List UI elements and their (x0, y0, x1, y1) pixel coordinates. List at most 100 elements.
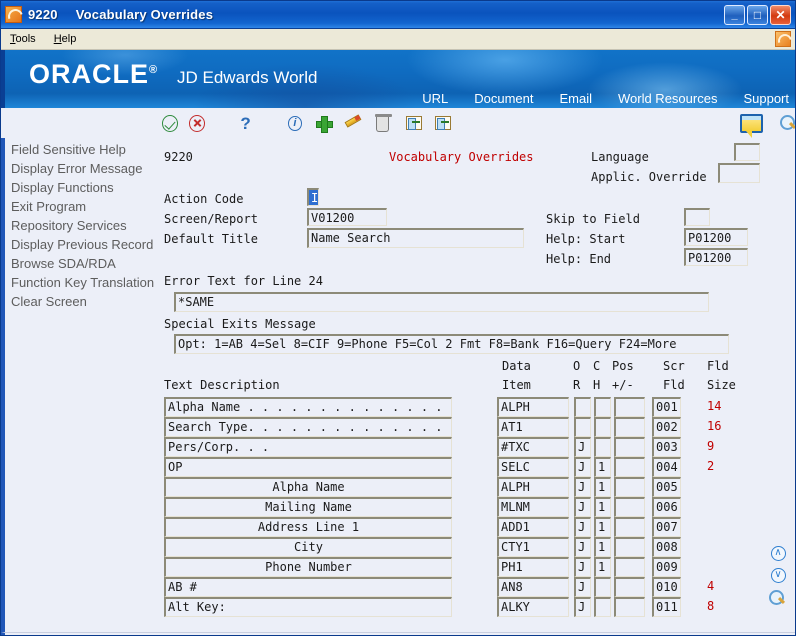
sidebar-item-repository-services[interactable]: Repository Services (5, 216, 156, 235)
grid-cell-ch[interactable] (594, 437, 611, 457)
grid-cell-data-item[interactable]: ADD1 (497, 517, 569, 537)
help-start-field[interactable]: P01200 (684, 228, 748, 246)
add-plus-icon[interactable] (316, 115, 334, 133)
minimize-button[interactable]: _ (724, 4, 745, 25)
grid-cell-pos[interactable] (614, 577, 645, 597)
grid-cell-or[interactable]: J (574, 477, 591, 497)
grid-cell-scr-fld[interactable]: 003 (652, 437, 681, 457)
grid-cell-ch[interactable]: 1 (594, 517, 611, 537)
grid-cell-text-description[interactable]: OP (164, 457, 452, 477)
grid-cell-data-item[interactable]: ALPH (497, 397, 569, 417)
sidebar-item-display-previous-record[interactable]: Display Previous Record (5, 235, 156, 254)
error-text-field[interactable]: *SAME (174, 292, 709, 312)
sidebar-item-field-sensitive-help[interactable]: Field Sensitive Help (5, 140, 156, 159)
grid-cell-text-description[interactable]: Alpha Name (164, 477, 452, 497)
grid-cell-scr-fld[interactable]: 006 (652, 497, 681, 517)
applic-override-field[interactable] (718, 163, 760, 183)
grid-cell-or[interactable]: J (574, 557, 591, 577)
grid-cell-text-description[interactable]: City (164, 537, 452, 557)
grid-cell-scr-fld[interactable]: 010 (652, 577, 681, 597)
grid-cell-ch[interactable] (594, 397, 611, 417)
grid-cell-or[interactable]: J (574, 497, 591, 517)
grid-cell-scr-fld[interactable]: 002 (652, 417, 681, 437)
grid-cell-text-description[interactable]: Search Type. . . . . . . . . . . . . . . (164, 417, 452, 437)
grid-cell-or[interactable]: J (574, 437, 591, 457)
sidebar-item-function-key-translation[interactable]: Function Key Translation (5, 273, 156, 292)
grid-cell-data-item[interactable]: CTY1 (497, 537, 569, 557)
grid-cell-scr-fld[interactable]: 004 (652, 457, 681, 477)
banner-link-url[interactable]: URL (422, 91, 448, 106)
page-up-icon[interactable]: ∧ (770, 546, 786, 561)
banner-link-support[interactable]: Support (743, 91, 789, 106)
maximize-button[interactable]: □ (747, 4, 768, 25)
grid-cell-data-item[interactable]: AN8 (497, 577, 569, 597)
grid-cell-pos[interactable] (614, 497, 645, 517)
grid-cell-or[interactable]: J (574, 577, 591, 597)
grid-cell-text-description[interactable]: Phone Number (164, 557, 452, 577)
grid-cell-scr-fld[interactable]: 009 (652, 557, 681, 577)
grid-cell-ch[interactable]: 1 (594, 457, 611, 477)
note-icon[interactable] (739, 113, 763, 138)
default-title-field[interactable]: Name Search (307, 228, 524, 248)
page-down-icon[interactable]: ∨ (770, 568, 786, 583)
grid-cell-or[interactable]: J (574, 597, 591, 617)
grid-cell-text-description[interactable]: Address Line 1 (164, 517, 452, 537)
grid-cell-pos[interactable] (614, 397, 645, 417)
grid-cell-ch[interactable]: 1 (594, 477, 611, 497)
grid-cell-text-description[interactable]: Alt Key: (164, 597, 452, 617)
screen-report-field[interactable]: V01200 (307, 208, 387, 226)
grid-cell-data-item[interactable]: ALKY (497, 597, 569, 617)
question-help-icon[interactable]: ? (240, 115, 250, 132)
check-ok-icon[interactable] (162, 114, 179, 132)
grid-cell-data-item[interactable]: SELC (497, 457, 569, 477)
banner-link-world-resources[interactable]: World Resources (618, 91, 717, 106)
next-window-icon[interactable] (434, 116, 451, 130)
info-icon[interactable]: i (287, 115, 303, 131)
grid-cell-or[interactable] (574, 417, 591, 437)
grid-cell-or[interactable]: J (574, 517, 591, 537)
close-button[interactable]: ✕ (770, 4, 791, 25)
grid-cell-data-item[interactable]: #TXC (497, 437, 569, 457)
grid-cell-or[interactable]: J (574, 457, 591, 477)
grid-cell-data-item[interactable]: MLNM (497, 497, 569, 517)
grid-cell-pos[interactable] (614, 457, 645, 477)
grid-cell-scr-fld[interactable]: 005 (652, 477, 681, 497)
grid-cell-or[interactable]: J (574, 537, 591, 557)
grid-cell-data-item[interactable]: PH1 (497, 557, 569, 577)
grid-cell-pos[interactable] (614, 597, 645, 617)
sidebar-item-browse-sda-rda[interactable]: Browse SDA/RDA (5, 254, 156, 273)
language-field[interactable] (734, 143, 760, 161)
grid-cell-scr-fld[interactable]: 008 (652, 537, 681, 557)
grid-cell-ch[interactable]: 1 (594, 537, 611, 557)
grid-cell-text-description[interactable]: Mailing Name (164, 497, 452, 517)
banner-link-document[interactable]: Document (474, 91, 533, 106)
edit-pencil-icon[interactable] (344, 116, 360, 131)
menu-item-tools[interactable]: Tools (1, 31, 45, 47)
grid-cell-scr-fld[interactable]: 011 (652, 597, 681, 617)
banner-link-email[interactable]: Email (559, 91, 592, 106)
grid-cell-pos[interactable] (614, 417, 645, 437)
previous-window-icon[interactable] (405, 116, 422, 130)
grid-cell-or[interactable] (574, 397, 591, 417)
help-end-field[interactable]: P01200 (684, 248, 748, 266)
menu-item-help[interactable]: Help (45, 31, 86, 47)
grid-cell-text-description[interactable]: Alpha Name . . . . . . . . . . . . . . . (164, 397, 452, 417)
sidebar-item-display-error-message[interactable]: Display Error Message (5, 159, 156, 178)
grid-cell-pos[interactable] (614, 517, 645, 537)
action-code-field[interactable]: I (307, 188, 319, 206)
grid-cell-pos[interactable] (614, 437, 645, 457)
grid-cell-ch[interactable] (594, 577, 611, 597)
skip-to-field-input[interactable] (684, 208, 710, 226)
grid-cell-pos[interactable] (614, 557, 645, 577)
delete-trash-icon[interactable] (375, 114, 393, 132)
grid-cell-ch[interactable] (594, 417, 611, 437)
grid-cell-text-description[interactable]: Pers/Corp. . . (164, 437, 452, 457)
sidebar-item-exit-program[interactable]: Exit Program (5, 197, 156, 216)
special-exits-field[interactable]: Opt: 1=AB 4=Sel 8=CIF 9=Phone F5=Col 2 F… (174, 334, 729, 354)
grid-cell-pos[interactable] (614, 477, 645, 497)
grid-cell-data-item[interactable]: AT1 (497, 417, 569, 437)
grid-cell-ch[interactable]: 1 (594, 557, 611, 577)
grid-cell-ch[interactable] (594, 597, 611, 617)
grid-cell-ch[interactable]: 1 (594, 497, 611, 517)
magnifier-icon[interactable] (769, 590, 785, 606)
